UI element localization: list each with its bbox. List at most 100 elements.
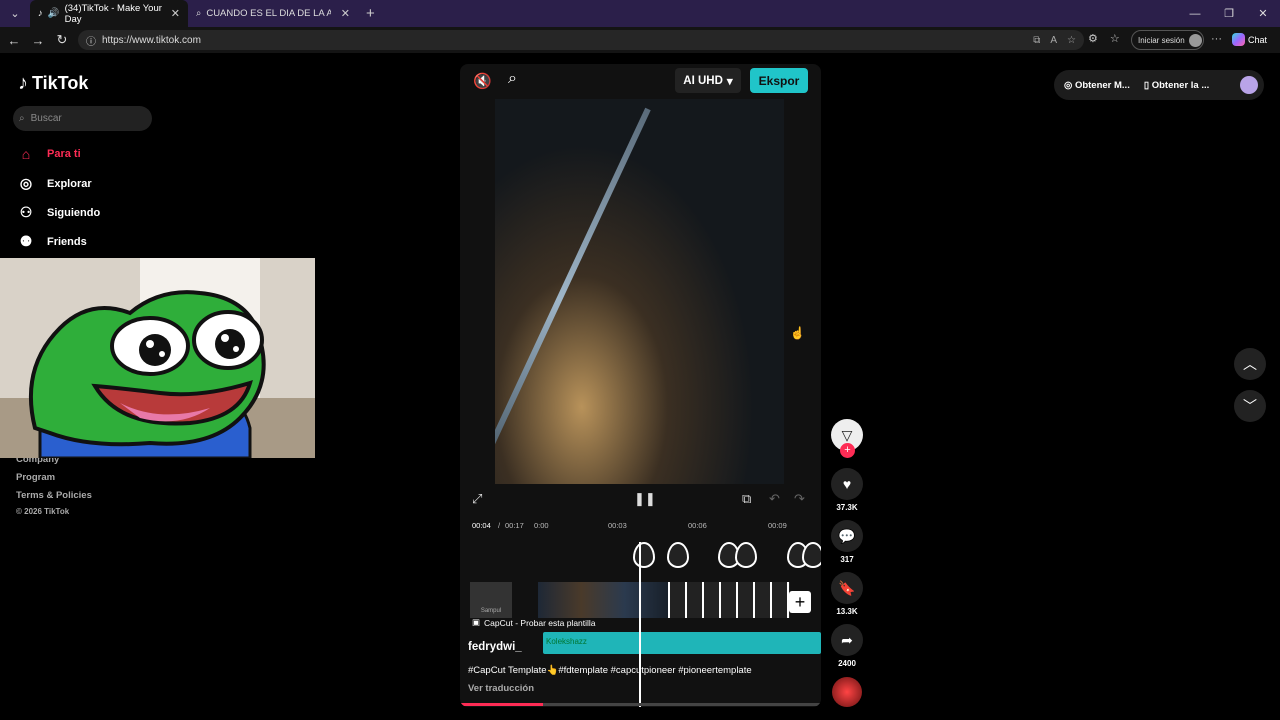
- footer-terms-link[interactable]: Terms & Policies: [16, 490, 92, 501]
- open-app-icon[interactable]: ⧉: [1033, 35, 1040, 46]
- sidebar-item-siguiendo[interactable]: ⚇ Siguiendo: [17, 204, 100, 221]
- get-coins-button[interactable]: ◎ Obtener M...: [1064, 80, 1130, 91]
- comment-icon: 💬: [831, 520, 863, 552]
- more-menu-icon[interactable]: ···: [1211, 33, 1222, 45]
- add-clip-button[interactable]: +: [789, 591, 811, 613]
- see-translation-link[interactable]: Ver traducción: [468, 683, 534, 694]
- translate-icon[interactable]: A: [1050, 35, 1057, 46]
- previous-video-button[interactable]: ︿: [1234, 348, 1266, 380]
- keyframe-markers: [630, 542, 821, 572]
- search-favicon-icon: ⌕: [196, 8, 202, 19]
- audio-track[interactable]: Kolekshazz: [543, 632, 821, 654]
- clip-thumbs[interactable]: [538, 582, 668, 618]
- tick-label: 0:00: [534, 521, 549, 530]
- timeline-ruler: 00:04 / 00:17 0:00 00:03 00:06 00:09: [472, 521, 787, 530]
- share-button[interactable]: ➦ 2400: [831, 624, 863, 668]
- extensions-icon[interactable]: ⚙: [1088, 32, 1098, 45]
- site-info-icon[interactable]: ⓘ: [86, 33, 96, 48]
- favorites-icon[interactable]: ☆: [1110, 32, 1120, 45]
- capcut-template-link[interactable]: ▣ CapCut - Probar esta plantilla: [472, 617, 596, 628]
- export-button[interactable]: Ekspor: [750, 68, 808, 93]
- search-input[interactable]: ⌕ Buscar: [13, 106, 152, 131]
- video-caption[interactable]: #CapCut Template👆#fdtemplate #capcutpion…: [468, 665, 752, 676]
- heart-icon: ♥: [831, 468, 863, 500]
- tick-label: 00:09: [768, 521, 787, 530]
- share-icon: ➦: [831, 624, 863, 656]
- keyframe-marker[interactable]: [633, 542, 655, 568]
- tab-tiktok[interactable]: ♪ 🔊 (34)TikTok - Make Your Day ✕: [30, 0, 188, 27]
- bookmark-icon: 🔖: [831, 572, 863, 604]
- mute-icon[interactable]: 🔇: [473, 72, 492, 90]
- time-total: 00:17: [505, 521, 524, 530]
- compass-icon: ◎: [19, 175, 33, 191]
- footer-copyright: © 2026 TikTok: [16, 507, 70, 516]
- playhead[interactable]: [639, 542, 641, 707]
- fullscreen-icon[interactable]: ⤢: [472, 491, 482, 507]
- copilot-icon: [1232, 33, 1245, 46]
- tab-search[interactable]: ⌕ CUANDO ES EL DIA DE LA AMISTAD ✕: [188, 0, 358, 27]
- tab-actions-menu-icon[interactable]: ⌄: [4, 5, 26, 23]
- chevron-down-icon: ▾: [726, 75, 733, 88]
- profile-avatar-icon: [1188, 33, 1202, 47]
- top-right-actions: ◎ Obtener M... ▯ Obtener la ...: [1054, 70, 1264, 100]
- new-tab-icon[interactable]: +: [366, 5, 375, 22]
- footer-program-link[interactable]: Program: [16, 472, 55, 483]
- video-progress[interactable]: [460, 703, 821, 706]
- video-author[interactable]: fedrydwi_: [468, 641, 522, 653]
- browser-tab-bar: ⌄ ♪ 🔊 (34)TikTok - Make Your Day ✕ ⌕ CUA…: [0, 0, 1280, 27]
- audio-playing-icon[interactable]: 🔊: [48, 8, 60, 19]
- signin-button[interactable]: Iniciar sesión: [1131, 30, 1204, 50]
- tick-label: 00:03: [608, 521, 627, 530]
- favorite-star-icon[interactable]: ☆: [1067, 35, 1076, 46]
- save-button[interactable]: 🔖 13.3K: [831, 572, 863, 616]
- video-player[interactable]: 🔇 ⌕ AI UHD ▾ Ekspor ⤢ ❚❚ ⧉ ↶ ↷ 00:04 / 0…: [460, 64, 821, 707]
- webcam-overlay: [0, 258, 315, 458]
- chevron-down-icon: ﹀: [1243, 398, 1257, 414]
- reload-icon[interactable]: ↻: [50, 32, 74, 48]
- pause-icon[interactable]: ❚❚: [634, 491, 656, 507]
- redo-icon[interactable]: ↷: [794, 491, 805, 507]
- time-current: 00:04: [472, 521, 491, 530]
- back-icon[interactable]: ←: [2, 33, 26, 48]
- mouse-cursor-icon: ☝: [790, 326, 805, 340]
- keyframe-marker[interactable]: [735, 542, 757, 568]
- close-window-icon[interactable]: ✕: [1246, 7, 1280, 20]
- restore-icon[interactable]: ❐: [1212, 7, 1246, 20]
- sidebar-item-explorar[interactable]: ◎ Explorar: [17, 175, 92, 192]
- get-app-button[interactable]: ▯ Obtener la ...: [1144, 80, 1209, 91]
- close-tab-icon[interactable]: ✕: [171, 7, 180, 20]
- user-avatar[interactable]: [1240, 76, 1258, 94]
- keyframe-marker[interactable]: [667, 542, 689, 568]
- tick-label: 00:06: [688, 521, 707, 530]
- home-icon: ⌂: [21, 146, 31, 162]
- copilot-chat-button[interactable]: Chat: [1232, 33, 1267, 46]
- like-button[interactable]: ♥ 37.3K: [831, 468, 863, 512]
- next-video-button[interactable]: ﹀: [1234, 390, 1266, 422]
- minimize-icon[interactable]: —: [1178, 8, 1212, 20]
- undo-icon[interactable]: ↶: [769, 491, 780, 507]
- tab-title: (34)TikTok - Make Your Day: [64, 2, 162, 25]
- follow-plus-icon[interactable]: +: [840, 443, 855, 458]
- player-search-icon[interactable]: ⌕: [508, 70, 517, 88]
- window-controls: — ❐ ✕: [1178, 0, 1280, 27]
- friends-icon: ⚉: [19, 233, 33, 249]
- tiktok-logo[interactable]: ♪ TikTok: [18, 72, 88, 95]
- tab-title: CUANDO ES EL DIA DE LA AMISTAD: [206, 8, 332, 19]
- ai-uhd-dropdown[interactable]: AI UHD ▾: [675, 68, 741, 93]
- forward-icon[interactable]: →: [26, 33, 50, 48]
- music-disc-icon[interactable]: [832, 677, 862, 707]
- url-field[interactable]: ⓘ https://www.tiktok.com ⧉ A ☆: [78, 30, 1084, 50]
- keyframe-marker[interactable]: [802, 542, 821, 568]
- tiktok-favicon-icon: ♪: [38, 8, 43, 19]
- cover-thumb[interactable]: Sampul: [470, 582, 512, 618]
- close-tab-icon[interactable]: ✕: [341, 7, 350, 20]
- comment-button[interactable]: 💬 317: [831, 520, 863, 564]
- tiktok-note-icon: ♪: [18, 72, 28, 94]
- sidebar-item-friends[interactable]: ⚉ Friends: [17, 233, 87, 250]
- search-icon: ⌕: [19, 113, 25, 124]
- video-frame[interactable]: [495, 99, 784, 484]
- pepe-frog-sticker: [28, 290, 266, 458]
- pip-icon[interactable]: ⧉: [742, 491, 751, 507]
- sidebar-item-para-ti[interactable]: ⌂ Para ti: [17, 146, 81, 162]
- transition-strip[interactable]: [668, 582, 790, 618]
